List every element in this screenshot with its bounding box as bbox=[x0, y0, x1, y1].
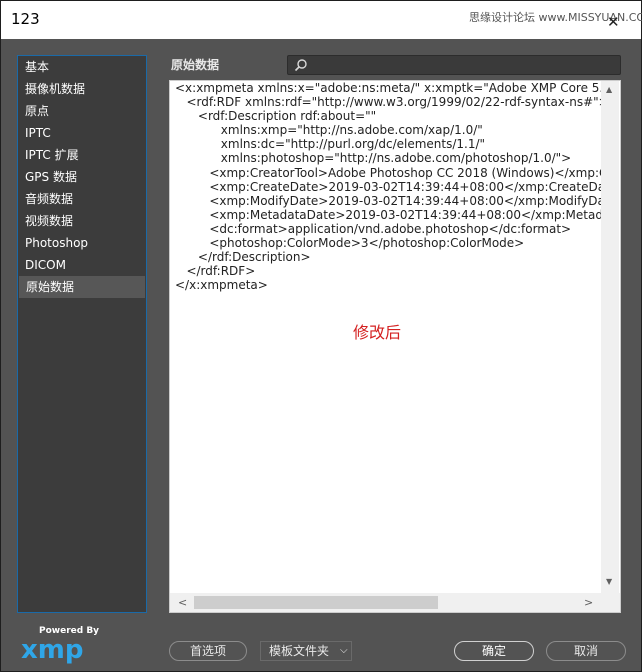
raw-xml-line: <dc:format>application/vnd.adobe.photosh… bbox=[175, 221, 572, 236]
scroll-down-icon[interactable]: ▼ bbox=[606, 577, 612, 586]
sidebar-item-raw-data[interactable]: 原始数据 bbox=[19, 276, 145, 298]
sidebar-item-camera-data[interactable]: 摄像机数据 bbox=[18, 78, 146, 100]
ok-button[interactable]: 确定 bbox=[454, 641, 534, 661]
template-folder-dropdown[interactable]: 模板文件夹 ⌵ bbox=[260, 641, 352, 661]
sidebar-item-basic[interactable]: 基本 bbox=[18, 56, 146, 78]
raw-data-panel[interactable]: <x:xmpmeta xmlns:x="adobe:ns:meta/" x:xm… bbox=[169, 80, 621, 613]
template-folder-label: 模板文件夹 bbox=[269, 644, 330, 658]
raw-xml-line: xmlns:photoshop="http://ns.adobe.com/pho… bbox=[175, 151, 572, 166]
title-bar: 123 思缘设计论坛 www.MISSYUAN.COM ✕ bbox=[1, 1, 642, 39]
search-icon bbox=[294, 59, 307, 72]
sidebar-item-audio-data[interactable]: 音频数据 bbox=[18, 188, 146, 210]
vertical-scrollbar[interactable]: ▲ ▼ bbox=[601, 81, 619, 593]
raw-xml-line: <x:xmpmeta xmlns:x="adobe:ns:meta/" x:xm… bbox=[175, 81, 601, 95]
raw-xml-line: </x:xmpmeta> bbox=[175, 278, 268, 293]
cancel-button[interactable]: 取消 bbox=[546, 641, 626, 661]
xmp-logo: xmp bbox=[21, 635, 84, 665]
raw-xml-line: <xmp:CreatorTool>Adobe Photoshop CC 2018… bbox=[175, 165, 601, 180]
scroll-up-icon[interactable]: ▲ bbox=[606, 85, 612, 94]
raw-xml-line: </rdf:Description> bbox=[175, 250, 311, 265]
raw-xml-line: <photoshop:ColorMode>3</photoshop:ColorM… bbox=[175, 236, 525, 251]
sidebar-item-gps-data[interactable]: GPS 数据 bbox=[18, 166, 146, 188]
sidebar-item-photoshop[interactable]: Photoshop bbox=[18, 232, 146, 254]
close-icon[interactable]: ✕ bbox=[607, 15, 620, 30]
scroll-left-icon[interactable]: < bbox=[178, 596, 187, 609]
sidebar: 基本 摄像机数据 原点 IPTC IPTC 扩展 GPS 数据 音频数据 视频数… bbox=[17, 55, 147, 613]
section-title: 原始数据 bbox=[171, 58, 220, 72]
annotation-text: 修改后 bbox=[353, 323, 402, 342]
raw-xml-line: xmlns:xmp="http://ns.adobe.com/xap/1.0/" bbox=[175, 123, 483, 138]
sidebar-item-dicom[interactable]: DICOM bbox=[18, 254, 146, 276]
chevron-down-icon: ⌵ bbox=[340, 645, 348, 656]
raw-xml-line: <rdf:RDF xmlns:rdf="http://www.w3.org/19… bbox=[175, 95, 601, 110]
raw-xml-line: xmlns:dc="http://purl.org/dc/elements/1.… bbox=[175, 137, 486, 152]
raw-xml-line: <xmp:ModifyDate>2019-03-02T14:39:44+08:0… bbox=[175, 193, 601, 208]
window-title: 123 bbox=[11, 10, 40, 28]
sidebar-item-video-data[interactable]: 视频数据 bbox=[18, 210, 146, 232]
raw-xml-line: <xmp:MetadataDate>2019-03-02T14:39:44+08… bbox=[175, 207, 601, 222]
raw-xml-line: <xmp:CreateDate>2019-03-02T14:39:44+08:0… bbox=[175, 179, 601, 194]
raw-xml-line: <rdf:Description rdf:about="" bbox=[175, 109, 377, 124]
scroll-right-icon[interactable]: > bbox=[584, 596, 593, 609]
sidebar-item-iptc[interactable]: IPTC bbox=[18, 122, 146, 144]
search-input[interactable] bbox=[287, 55, 621, 75]
sidebar-item-origin[interactable]: 原点 bbox=[18, 100, 146, 122]
preferences-button[interactable]: 首选项 bbox=[169, 641, 247, 661]
metadata-dialog: 123 思缘设计论坛 www.MISSYUAN.COM ✕ 基本 摄像机数据 原… bbox=[0, 0, 642, 672]
sidebar-item-iptc-extension[interactable]: IPTC 扩展 bbox=[18, 144, 146, 166]
scroll-corner bbox=[601, 593, 620, 612]
horizontal-scrollbar[interactable]: < > bbox=[170, 593, 601, 612]
raw-xml-line: </rdf:RDF> bbox=[175, 264, 256, 279]
horizontal-scroll-thumb[interactable] bbox=[194, 596, 438, 609]
